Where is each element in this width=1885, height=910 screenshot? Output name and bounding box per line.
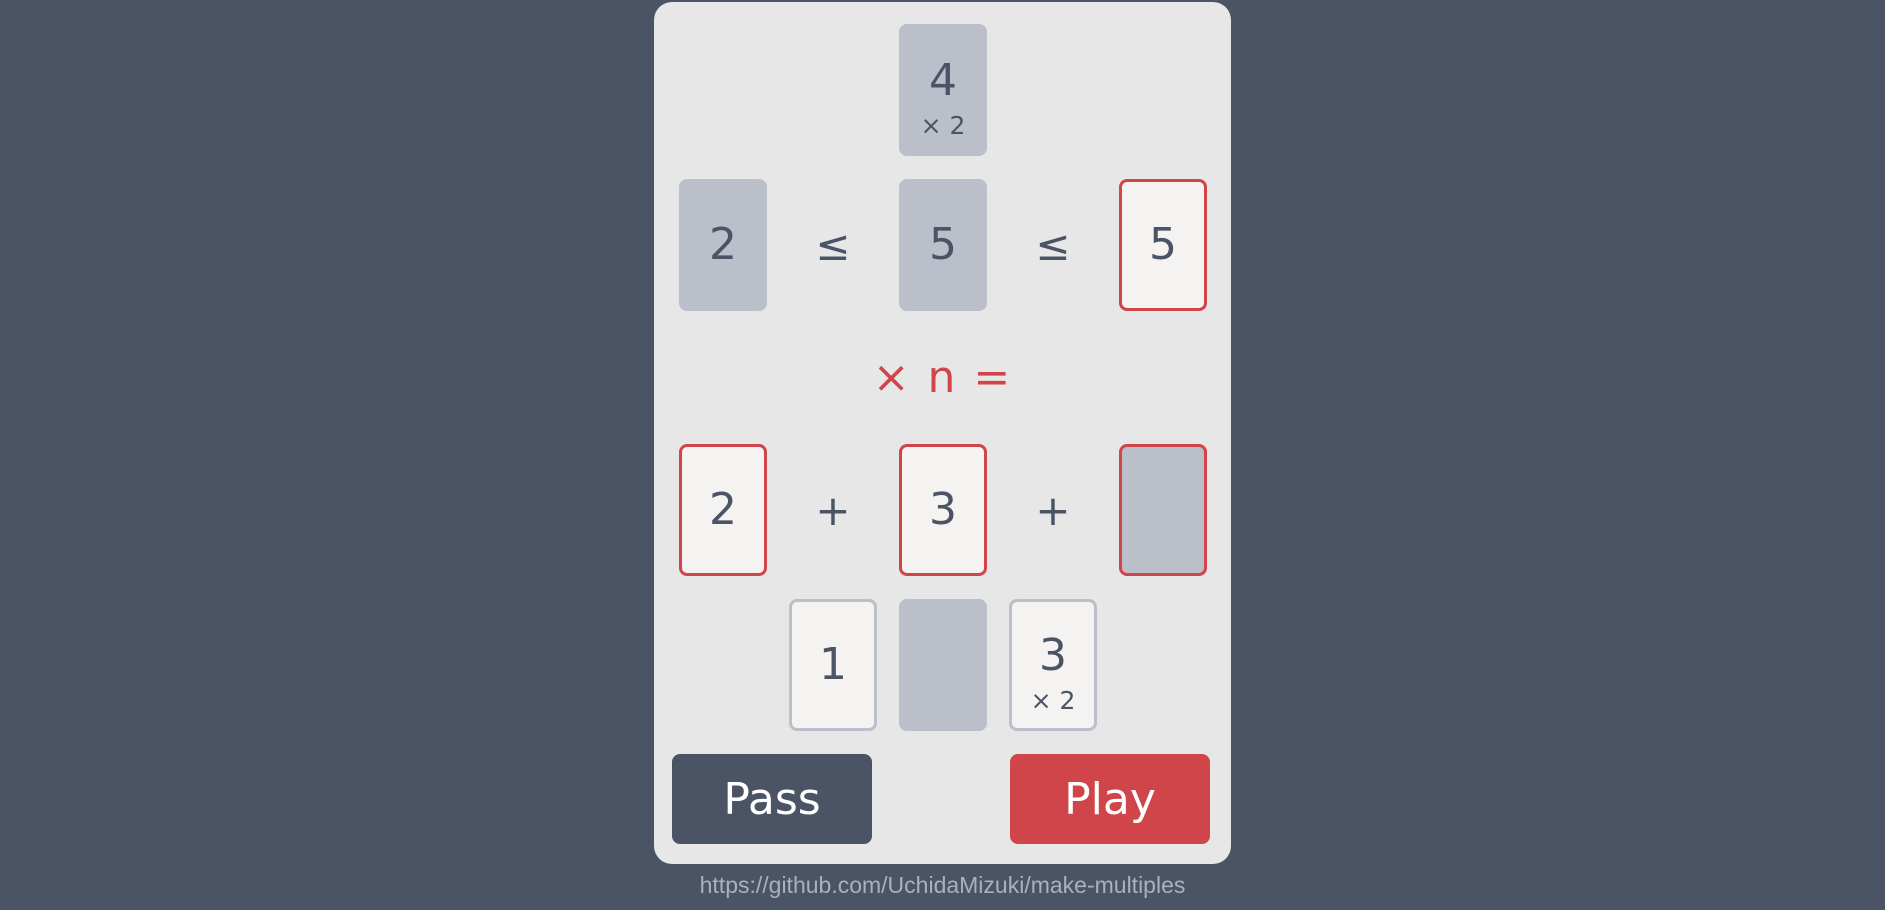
plus-operator-1: + — [815, 485, 851, 535]
multiple-formula: × n = — [872, 352, 1013, 403]
less-equal-operator-2: ≤ — [1035, 220, 1071, 270]
game-board: 4 × 2 2 ≤ 5 ≤ 5 × n = 2 + 3 + 1 3 × 2 Pa… — [654, 2, 1231, 864]
play-button[interactable]: Play — [1010, 754, 1210, 844]
inequality-right-value: 5 — [1149, 219, 1177, 270]
hand-card-1-value: 1 — [819, 639, 847, 690]
hand-card-3-value: 3 — [1039, 629, 1067, 681]
sum-card-1[interactable]: 2 — [679, 444, 767, 576]
sum-card-2-value: 3 — [929, 484, 957, 535]
pass-button[interactable]: Pass — [672, 754, 872, 844]
sum-card-3-empty-slot[interactable] — [1119, 444, 1207, 576]
hand-card-2-empty-slot[interactable] — [899, 599, 987, 731]
hand-card-3[interactable]: 3 × 2 — [1009, 599, 1097, 731]
sum-card-1-value: 2 — [709, 484, 737, 535]
top-card-multiplier: × 2 — [920, 110, 966, 140]
inequality-right-card[interactable]: 5 — [1119, 179, 1207, 311]
top-card: 4 × 2 — [899, 24, 987, 156]
hand-card-3-multiplier: × 2 — [1030, 685, 1076, 715]
sum-card-2[interactable]: 3 — [899, 444, 987, 576]
hand-card-1[interactable]: 1 — [789, 599, 877, 731]
github-link[interactable]: https://github.com/UchidaMizuki/make-mul… — [0, 872, 1885, 899]
plus-operator-2: + — [1035, 485, 1071, 535]
inequality-middle-card: 5 — [899, 179, 987, 311]
inequality-left-card: 2 — [679, 179, 767, 311]
inequality-left-value: 2 — [709, 219, 737, 270]
less-equal-operator-1: ≤ — [815, 220, 851, 270]
top-card-value: 4 — [929, 54, 957, 106]
inequality-middle-value: 5 — [929, 219, 957, 270]
